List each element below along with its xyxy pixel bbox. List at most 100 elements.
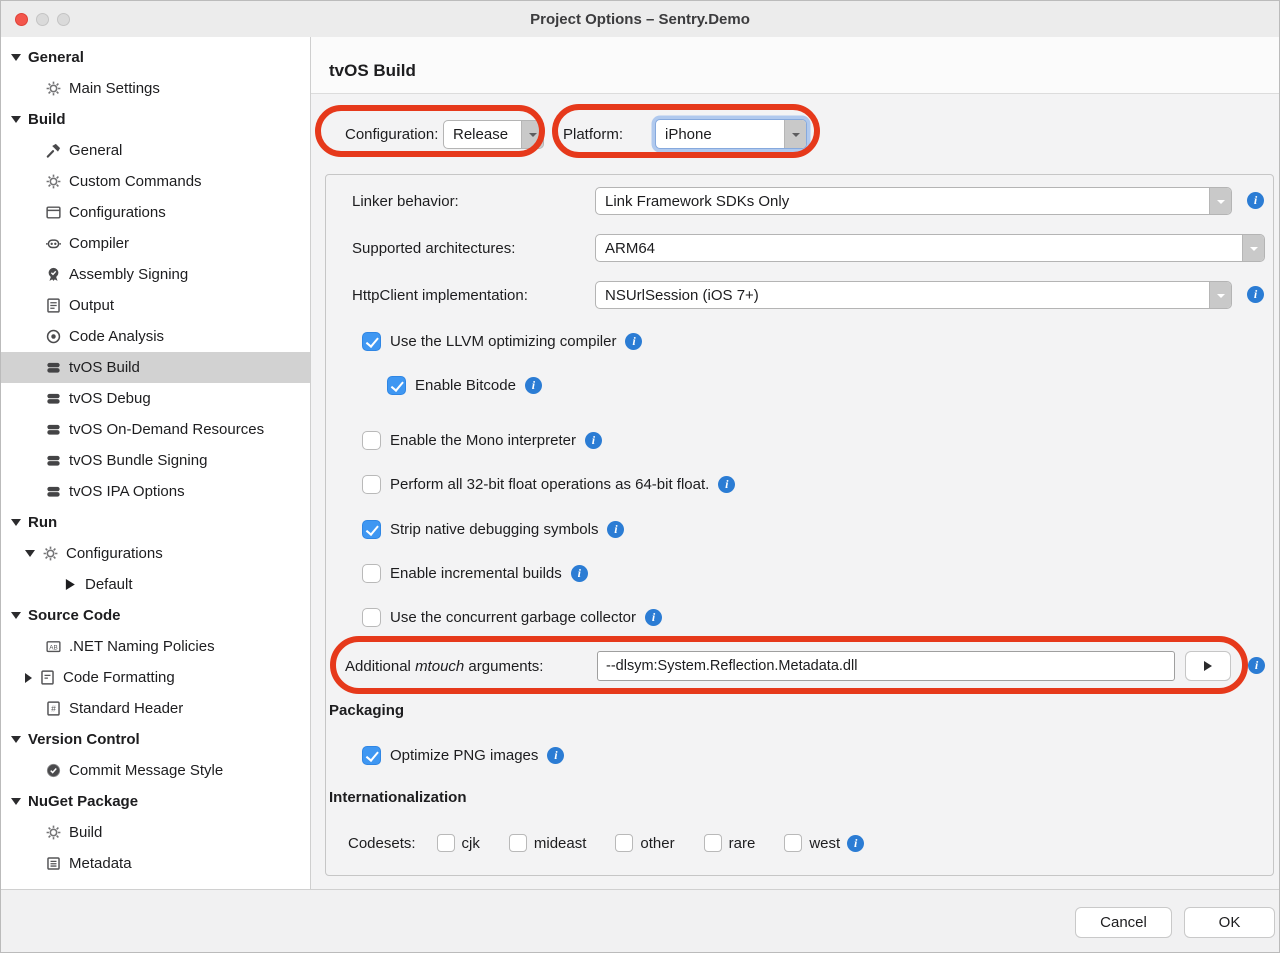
disclosure-down-icon[interactable] [11,116,21,123]
disclosure-down-icon[interactable] [11,736,21,743]
zoom-window-button[interactable] [57,13,70,26]
supported-architectures-value: ARM64 [596,235,1242,261]
httpclient-implementation-label: HttpClient implementation: [352,281,528,309]
sidebar-item-code-analysis[interactable]: Code Analysis [1,321,310,352]
info-icon[interactable]: i [1248,657,1265,674]
sidebar-item-main-settings[interactable]: Main Settings [1,73,310,104]
sidebar-item-tvos-ipa-options[interactable]: tvOS IPA Options [1,476,310,507]
enable-bitcode-checkbox[interactable] [387,376,406,395]
incremental-builds-row: Enable incremental builds i [362,563,588,583]
tv-stack-icon [45,421,62,438]
sidebar-item-net-naming-policies[interactable]: .NET Naming Policies [1,631,310,662]
codeset-cjk-label: cjk [462,835,480,852]
sidebar-item-label: NuGet Package [28,786,138,817]
sidebar-item-build-general[interactable]: General [1,135,310,166]
sidebar-item-source-code-section[interactable]: Source Code [1,600,310,631]
sidebar-item-tvos-bundle-signing[interactable]: tvOS Bundle Signing [1,445,310,476]
codeset-mideast-label: mideast [534,835,587,852]
configuration-dropdown[interactable]: Release [443,120,544,149]
info-icon[interactable]: i [645,609,662,626]
minimize-window-button[interactable] [36,13,49,26]
sidebar-item-general-section[interactable]: General [1,42,310,73]
info-icon[interactable]: i [571,565,588,582]
sidebar-item-configurations[interactable]: Configurations [1,197,310,228]
ok-button[interactable]: OK [1184,907,1275,938]
mtouch-arguments-expand-button[interactable] [1185,651,1231,681]
float-operations-row: Perform all 32-bit float operations as 6… [362,474,735,494]
httpclient-implementation-dropdown[interactable]: NSUrlSession (iOS 7+) [595,281,1232,309]
info-icon[interactable]: i [1247,286,1264,303]
sidebar-item-label: Code Formatting [63,662,175,693]
sidebar-item-standard-header[interactable]: Standard Header [1,693,310,724]
configuration-value: Release [444,121,521,148]
info-icon[interactable]: i [525,377,542,394]
disclosure-down-icon[interactable] [25,550,35,557]
info-icon[interactable]: i [1247,192,1264,209]
sidebar-item-output[interactable]: Output [1,290,310,321]
info-icon[interactable]: i [847,835,864,852]
hammer-icon [45,142,62,159]
info-icon[interactable]: i [607,521,624,538]
concurrent-gc-checkbox[interactable] [362,608,381,627]
chevron-down-icon[interactable] [1242,235,1264,261]
codeset-mideast-checkbox[interactable] [509,834,527,852]
sidebar-item-run-section[interactable]: Run [1,507,310,538]
close-window-button[interactable] [15,13,28,26]
sidebar-item-custom-commands[interactable]: Custom Commands [1,166,310,197]
llvm-compiler-row: Use the LLVM optimizing compiler i [362,331,642,351]
chevron-down-icon[interactable] [1209,282,1231,308]
chevron-down-icon[interactable] [784,120,806,148]
sidebar-item-commit-message-style[interactable]: Commit Message Style [1,755,310,786]
mtouch-arguments-row: Additional mtouch arguments: [345,651,595,681]
disclosure-down-icon[interactable] [11,519,21,526]
platform-label: Platform: [563,119,623,149]
supported-architectures-dropdown[interactable]: ARM64 [595,234,1265,262]
sidebar-item-compiler[interactable]: Compiler [1,228,310,259]
strip-symbols-checkbox[interactable] [362,520,381,539]
sidebar-item-assembly-signing[interactable]: Assembly Signing [1,259,310,290]
disclosure-right-icon[interactable] [25,673,32,683]
options-sidebar: General Main Settings Build General Cust… [1,37,311,889]
platform-dropdown[interactable]: iPhone [655,119,807,149]
mtouch-arguments-input[interactable]: --dlsym:System.Reflection.Metadata.dll [597,651,1175,681]
sidebar-item-run-configurations[interactable]: Configurations [1,538,310,569]
optimize-png-row: Optimize PNG images i [362,745,564,765]
info-icon[interactable]: i [547,747,564,764]
disclosure-down-icon[interactable] [11,798,21,805]
sidebar-item-nuget-metadata[interactable]: Metadata [1,848,310,879]
sidebar-item-nuget-package-section[interactable]: NuGet Package [1,786,310,817]
sidebar-item-code-formatting[interactable]: Code Formatting [1,662,310,693]
info-icon[interactable]: i [585,432,602,449]
sidebar-item-tvos-debug[interactable]: tvOS Debug [1,383,310,414]
sidebar-item-label: Main Settings [69,73,160,104]
float-operations-checkbox[interactable] [362,475,381,494]
sidebar-item-label: Configurations [66,538,163,569]
codeset-west-checkbox[interactable] [784,834,802,852]
sidebar-item-run-default[interactable]: Default [1,569,310,600]
incremental-builds-checkbox[interactable] [362,564,381,583]
llvm-compiler-checkbox[interactable] [362,332,381,351]
codeset-rare-checkbox[interactable] [704,834,722,852]
sidebar-item-label: Output [69,290,114,321]
sidebar-item-tvos-build[interactable]: tvOS Build [1,352,310,383]
optimize-png-checkbox[interactable] [362,746,381,765]
chevron-down-icon[interactable] [521,121,543,148]
play-triangle-icon [1204,661,1212,671]
cancel-button[interactable]: Cancel [1075,907,1172,938]
sidebar-item-label: Version Control [28,724,140,755]
mono-interpreter-checkbox[interactable] [362,431,381,450]
disclosure-down-icon[interactable] [11,612,21,619]
sidebar-item-version-control-section[interactable]: Version Control [1,724,310,755]
codeset-other-checkbox[interactable] [615,834,633,852]
title-bar[interactable]: Project Options – Sentry.Demo [1,1,1279,38]
sidebar-item-build-section[interactable]: Build [1,104,310,135]
info-icon[interactable]: i [625,333,642,350]
sidebar-item-tvos-on-demand-resources[interactable]: tvOS On-Demand Resources [1,414,310,445]
chevron-down-icon[interactable] [1209,188,1231,214]
sidebar-item-nuget-build[interactable]: Build [1,817,310,848]
info-icon[interactable]: i [718,476,735,493]
disclosure-down-icon[interactable] [11,54,21,61]
window-icon [45,204,62,221]
codeset-cjk-checkbox[interactable] [437,834,455,852]
linker-behavior-dropdown[interactable]: Link Framework SDKs Only [595,187,1232,215]
